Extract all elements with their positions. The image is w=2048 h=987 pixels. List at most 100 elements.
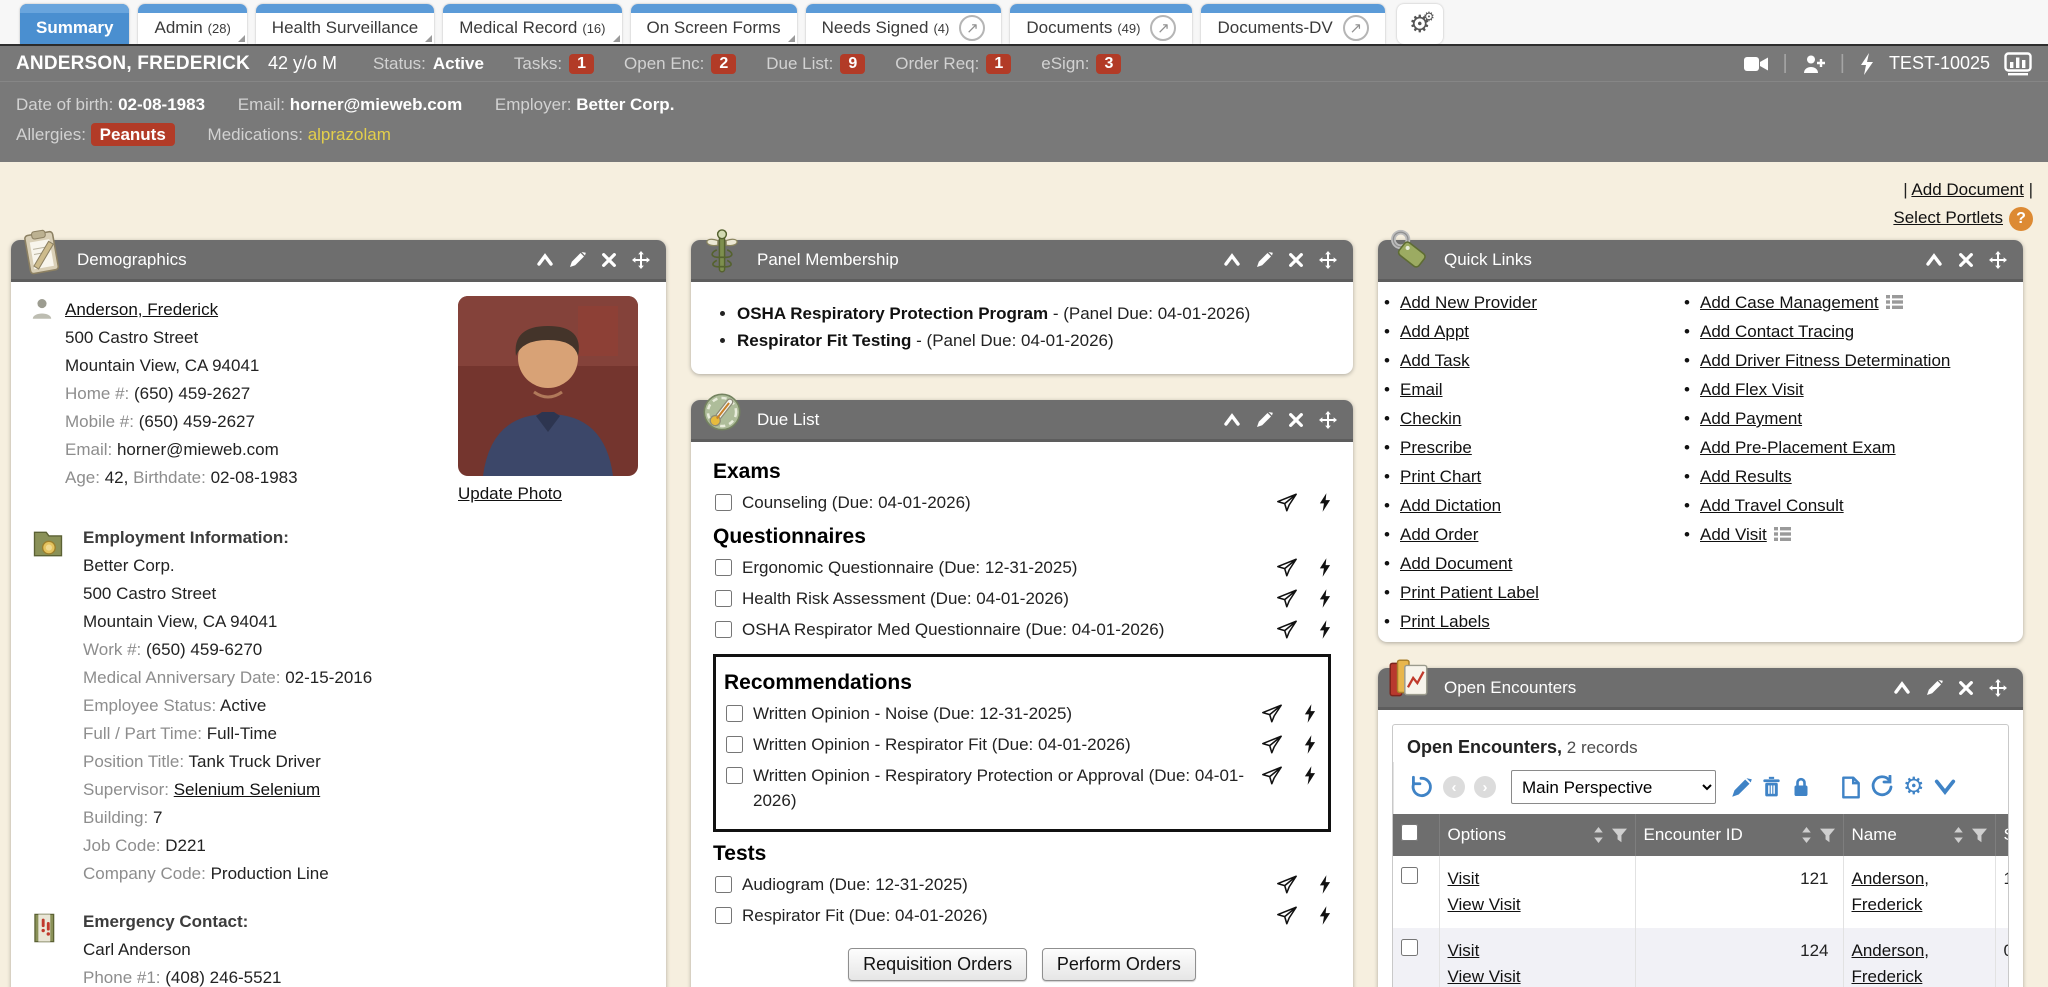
tab-documents[interactable]: Documents(49)↗	[1010, 4, 1192, 44]
row-checkbox[interactable]	[1401, 939, 1418, 956]
quick-link[interactable]: Add Results	[1700, 467, 1792, 486]
sort-icon[interactable]	[1593, 827, 1604, 843]
external-link-icon[interactable]: ↗	[1343, 15, 1369, 41]
quick-link[interactable]: Add Case Management	[1700, 293, 1879, 312]
send-plane-icon[interactable]	[1276, 905, 1298, 926]
edit-pencil-icon[interactable]	[1256, 251, 1273, 268]
tab-needs-signed[interactable]: Needs Signed(4)↗	[806, 4, 1002, 44]
filter-funnel-icon[interactable]	[1820, 828, 1835, 843]
video-camera-icon[interactable]	[1743, 53, 1769, 75]
quick-link[interactable]: Add Task	[1400, 351, 1470, 370]
close-icon[interactable]	[1958, 680, 1974, 696]
filter-funnel-icon[interactable]	[1612, 828, 1627, 843]
tab-medical-record[interactable]: Medical Record(16)	[443, 4, 621, 44]
send-plane-icon[interactable]	[1276, 619, 1298, 640]
send-plane-icon[interactable]	[1276, 557, 1298, 578]
view-visit-link[interactable]: View Visit	[1448, 967, 1521, 986]
quick-link[interactable]: Add Document	[1400, 554, 1512, 573]
filter-funnel-icon[interactable]	[1972, 828, 1987, 843]
sort-icon[interactable]	[1953, 827, 1964, 843]
order-req-counter[interactable]: Order Req:1	[895, 54, 1011, 74]
patient-name-link[interactable]: Anderson, Frederick	[1852, 869, 1930, 914]
lightning-icon[interactable]	[1318, 619, 1331, 640]
select-all-checkbox[interactable]	[1401, 824, 1418, 841]
quick-link[interactable]: Add Order	[1400, 525, 1478, 544]
list-icon[interactable]	[1886, 295, 1903, 309]
due-list-header[interactable]: Due List	[691, 400, 1353, 442]
quick-link[interactable]: Prescribe	[1400, 438, 1472, 457]
visit-link[interactable]: Visit	[1448, 869, 1480, 888]
medication-value[interactable]: alprazolam	[308, 125, 391, 144]
send-plane-icon[interactable]	[1276, 492, 1298, 513]
due-item-checkbox[interactable]	[715, 876, 732, 893]
new-document-icon[interactable]	[1841, 776, 1861, 799]
quick-link[interactable]: Add Travel Consult	[1700, 496, 1844, 515]
move-icon[interactable]	[1989, 251, 2007, 269]
due-list-badge[interactable]: 9	[840, 54, 865, 74]
quick-links-header[interactable]: Quick Links	[1378, 240, 2023, 282]
next-page-icon[interactable]: ›	[1474, 776, 1496, 798]
view-visit-link[interactable]: View Visit	[1448, 895, 1521, 914]
open-encounters-header[interactable]: Open Encounters	[1378, 668, 2023, 710]
chevron-down-icon[interactable]	[1934, 779, 1956, 795]
move-icon[interactable]	[1319, 251, 1337, 269]
quick-link[interactable]: Email	[1400, 380, 1443, 399]
tab-documents-dv[interactable]: Documents-DV↗	[1201, 4, 1384, 44]
quick-link[interactable]: Add Contact Tracing	[1700, 322, 1854, 341]
refresh-icon[interactable]	[1870, 775, 1894, 799]
due-item-checkbox[interactable]	[726, 736, 743, 753]
send-plane-icon[interactable]	[1261, 734, 1283, 755]
send-plane-icon[interactable]	[1276, 588, 1298, 609]
undo-icon[interactable]	[1408, 774, 1434, 800]
tasks-badge[interactable]: 1	[569, 54, 594, 74]
close-icon[interactable]	[1958, 252, 1974, 268]
lightning-icon[interactable]	[1303, 703, 1316, 724]
requisition-orders-button[interactable]: Requisition Orders	[848, 948, 1027, 981]
help-icon[interactable]: ?	[2009, 207, 2033, 231]
send-plane-icon[interactable]	[1261, 765, 1283, 786]
quick-link[interactable]: Add Appt	[1400, 322, 1469, 341]
quick-link[interactable]: Add Driver Fitness Determination	[1700, 351, 1950, 370]
esign-counter[interactable]: eSign:3	[1041, 54, 1121, 74]
esign-badge[interactable]: 3	[1096, 54, 1121, 74]
external-link-icon[interactable]: ↗	[1150, 15, 1176, 41]
chart-stats-icon[interactable]	[2004, 52, 2032, 76]
allergy-badge[interactable]: Peanuts	[91, 123, 175, 146]
supervisor-link[interactable]: Selenium Selenium	[174, 780, 320, 799]
quick-link[interactable]: Add Dictation	[1400, 496, 1501, 515]
quick-link[interactable]: Add Payment	[1700, 409, 1802, 428]
close-icon[interactable]	[1288, 412, 1304, 428]
add-document-link[interactable]: Add Document	[1911, 180, 2023, 199]
edit-pencil-icon[interactable]	[1731, 777, 1752, 798]
quick-link[interactable]: Add New Provider	[1400, 293, 1537, 312]
move-icon[interactable]	[1989, 679, 2007, 697]
due-list-counter[interactable]: Due List:9	[766, 54, 865, 74]
lightning-icon[interactable]	[1318, 557, 1331, 578]
lock-icon[interactable]	[1791, 776, 1811, 798]
quick-link[interactable]: Print Patient Label	[1400, 583, 1539, 602]
perform-orders-button[interactable]: Perform Orders	[1042, 948, 1196, 981]
sort-icon[interactable]	[1801, 827, 1812, 843]
edit-pencil-icon[interactable]	[1256, 411, 1273, 428]
quick-link[interactable]: Add Visit	[1700, 525, 1767, 544]
gear-icon[interactable]: ⚙	[1903, 777, 1925, 797]
update-photo-link[interactable]: Update Photo	[458, 484, 562, 504]
row-checkbox[interactable]	[1401, 867, 1418, 884]
tab-summary[interactable]: Summary	[20, 4, 129, 44]
trash-icon[interactable]	[1761, 776, 1782, 798]
tasks-counter[interactable]: Tasks:1	[514, 54, 594, 74]
send-plane-icon[interactable]	[1261, 703, 1283, 724]
lightning-icon[interactable]	[1318, 492, 1331, 513]
collapse-icon[interactable]	[1223, 252, 1241, 267]
quick-link[interactable]: Print Labels	[1400, 612, 1490, 631]
due-item-checkbox[interactable]	[715, 559, 732, 576]
visit-link[interactable]: Visit	[1448, 941, 1480, 960]
select-portlets-link[interactable]: Select Portlets	[1893, 208, 2003, 227]
due-item-checkbox[interactable]	[715, 621, 732, 638]
panel-membership-header[interactable]: Panel Membership	[691, 240, 1353, 282]
quick-link[interactable]: Checkin	[1400, 409, 1461, 428]
tab-admin[interactable]: Admin(28)	[138, 4, 246, 44]
edit-pencil-icon[interactable]	[1926, 679, 1943, 696]
send-plane-icon[interactable]	[1276, 874, 1298, 895]
demographics-header[interactable]: Demographics	[11, 240, 666, 282]
